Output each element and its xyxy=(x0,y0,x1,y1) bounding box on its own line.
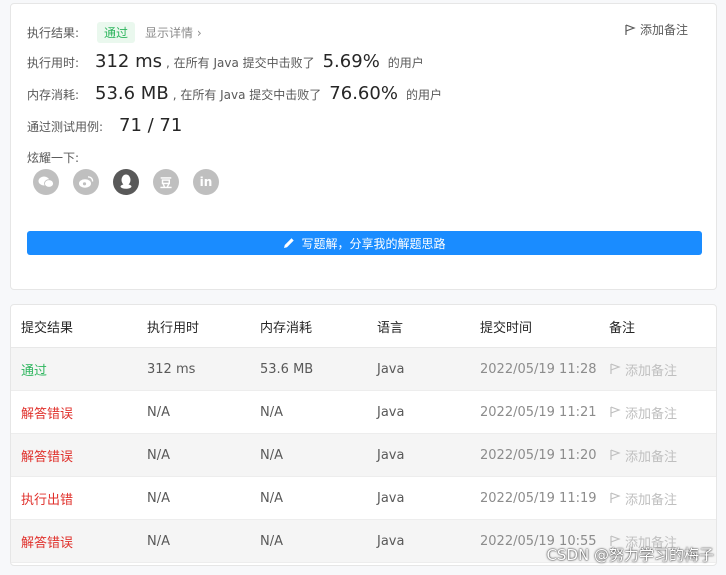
memory-percent: 76.60% xyxy=(329,83,398,104)
submission-result-panel: 执行结果: 通过 显示详情 › 添加备注 执行用时: 312 ms , 在所有 … xyxy=(10,3,717,290)
row-note-label: 添加备注 xyxy=(625,449,678,465)
flag-icon xyxy=(610,492,621,503)
row-language: Java xyxy=(377,447,405,463)
wechat-icon[interactable] xyxy=(33,169,59,195)
memory-label: 内存消耗: xyxy=(27,88,80,102)
flag-icon xyxy=(625,23,636,35)
share-icons: 豆 in xyxy=(33,169,219,195)
row-runtime: N/A xyxy=(147,490,170,506)
row-note-label: 添加备注 xyxy=(625,406,678,422)
row-memory: N/A xyxy=(260,490,283,506)
row-add-note-button[interactable]: 添加备注 xyxy=(609,403,709,422)
table-header: 提交结果 执行用时 内存消耗 语言 提交时间 备注 xyxy=(11,305,716,348)
tests-row: 通过测试用例: 71 / 71 xyxy=(27,115,182,136)
result-row: 执行结果: 通过 显示详情 › xyxy=(27,22,202,43)
row-runtime: N/A xyxy=(147,533,170,549)
qq-icon[interactable] xyxy=(113,169,139,195)
row-language: Java xyxy=(377,404,405,420)
flag-icon xyxy=(610,363,621,374)
row-add-note-button[interactable]: 添加备注 xyxy=(609,489,709,508)
linkedin-icon[interactable]: in xyxy=(193,169,219,195)
tests-value: 71 / 71 xyxy=(119,115,183,136)
pencil-icon xyxy=(284,238,295,248)
runtime-value: 312 ms xyxy=(95,51,162,72)
header-language: 语言 xyxy=(377,320,404,336)
share-label: 炫耀一下: xyxy=(27,151,80,165)
row-submitted: 2022/05/19 11:19 xyxy=(480,490,597,506)
add-note-button[interactable]: 添加备注 xyxy=(624,21,688,38)
table-row[interactable]: 解答错误 N/A N/A Java 2022/05/19 11:20 添加备注 xyxy=(11,434,716,477)
write-solution-label: 写题解，分享我的解题思路 xyxy=(301,236,446,251)
runtime-label: 执行用时: xyxy=(27,56,80,70)
row-note-label: 添加备注 xyxy=(625,363,678,379)
table-row[interactable]: 执行出错 N/A N/A Java 2022/05/19 11:19 添加备注 xyxy=(11,477,716,520)
header-submitted: 提交时间 xyxy=(480,320,533,336)
write-solution-button[interactable]: 写题解，分享我的解题思路 xyxy=(27,231,702,255)
memory-row: 内存消耗: 53.6 MB , 在所有 Java 提交中击败了 76.60% 的… xyxy=(27,83,442,104)
row-memory: N/A xyxy=(260,533,283,549)
row-result[interactable]: 解答错误 xyxy=(11,403,147,422)
add-note-label: 添加备注 xyxy=(639,23,688,37)
row-language: Java xyxy=(377,533,405,549)
status-badge: 通过 xyxy=(97,22,136,43)
memory-value: 53.6 MB xyxy=(95,83,169,104)
row-result[interactable]: 执行出错 xyxy=(11,489,147,508)
table-row[interactable]: 解答错误 N/A N/A Java 2022/05/19 11:21 添加备注 xyxy=(11,391,716,434)
show-details-link[interactable]: 显示详情 › xyxy=(145,24,202,41)
watermark: CSDN @努力学习的梅子 xyxy=(546,546,714,564)
row-add-note-button[interactable]: 添加备注 xyxy=(609,360,709,379)
row-memory: 53.6 MB xyxy=(260,361,314,377)
row-submitted: 2022/05/19 11:20 xyxy=(480,447,597,463)
header-memory: 内存消耗 xyxy=(260,320,313,336)
result-label: 执行结果: xyxy=(27,26,80,40)
runtime-suffix: 的用户 xyxy=(387,56,424,70)
row-submitted: 2022/05/19 11:28 xyxy=(480,361,597,377)
row-result[interactable]: 解答错误 xyxy=(11,532,147,551)
runtime-middle-text: , 在所有 Java 提交中击败了 xyxy=(166,56,315,70)
row-memory: N/A xyxy=(260,447,283,463)
runtime-percent: 5.69% xyxy=(322,51,380,72)
row-runtime: 312 ms xyxy=(147,361,196,377)
row-runtime: N/A xyxy=(147,404,170,420)
table-row[interactable]: 通过 312 ms 53.6 MB Java 2022/05/19 11:28 … xyxy=(11,348,716,391)
flag-icon xyxy=(610,449,621,460)
row-runtime: N/A xyxy=(147,447,170,463)
douban-icon[interactable]: 豆 xyxy=(153,169,179,195)
header-runtime: 执行用时 xyxy=(147,320,200,336)
row-language: Java xyxy=(377,490,405,506)
memory-middle-text: , 在所有 Java 提交中击败了 xyxy=(172,88,322,102)
header-result: 提交结果 xyxy=(21,320,74,336)
submission-history-table: 提交结果 执行用时 内存消耗 语言 提交时间 备注 通过 312 ms 53.6… xyxy=(10,304,717,566)
memory-suffix: 的用户 xyxy=(405,88,442,102)
flag-icon xyxy=(610,406,621,417)
row-language: Java xyxy=(377,361,405,377)
weibo-icon[interactable] xyxy=(73,169,99,195)
row-note-label: 添加备注 xyxy=(625,492,678,508)
tests-label: 通过测试用例: xyxy=(27,120,104,134)
row-submitted: 2022/05/19 11:21 xyxy=(480,404,597,420)
row-result[interactable]: 解答错误 xyxy=(11,446,147,465)
row-result[interactable]: 通过 xyxy=(11,360,147,379)
runtime-row: 执行用时: 312 ms , 在所有 Java 提交中击败了 5.69% 的用户 xyxy=(27,51,424,72)
row-add-note-button[interactable]: 添加备注 xyxy=(609,446,709,465)
header-note: 备注 xyxy=(609,320,636,336)
row-memory: N/A xyxy=(260,404,283,420)
